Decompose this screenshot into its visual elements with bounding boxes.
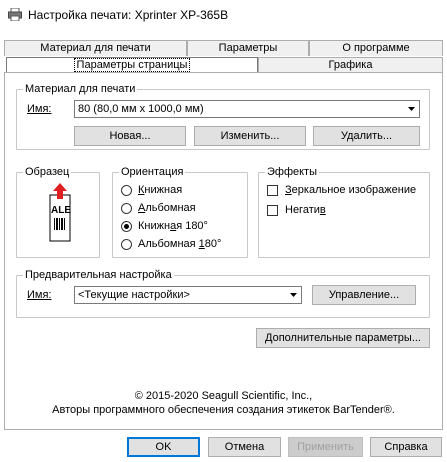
tab-page-setup[interactable]: Параметры страницы: [6, 57, 258, 73]
cancel-button[interactable]: Отмена: [208, 437, 281, 457]
mirror-checkbox[interactable]: [267, 185, 278, 196]
radio-landscape-label: Альбомная: [138, 202, 196, 214]
tab-graphics[interactable]: Графика: [258, 57, 443, 73]
preset-name-label: Имя:: [27, 289, 52, 301]
radio-portrait[interactable]: [121, 185, 132, 196]
preset-name-value: <Текущие настройки>: [78, 289, 190, 301]
radio-portrait-180[interactable]: [121, 221, 132, 232]
radio-landscape-180[interactable]: [121, 239, 132, 250]
title-bar: Настройка печати: Xprinter XP-365B: [0, 0, 447, 30]
copyright-line-2: Авторы программного обеспечения создания…: [52, 404, 395, 416]
radio-landscape[interactable]: [121, 203, 132, 214]
help-button[interactable]: Справка: [370, 437, 442, 457]
stock-name-label: Имя:: [27, 103, 52, 115]
apply-button[interactable]: Применить: [288, 437, 363, 457]
edit-stock-button[interactable]: Изменить...: [194, 126, 306, 146]
preview-sample: ALE: [49, 183, 71, 243]
chevron-down-icon: [286, 287, 301, 303]
negative-label: Негатив: [285, 204, 326, 216]
radio-portrait-label: Книжная: [138, 184, 183, 196]
radio-landscape-180-label: Альбомная 180°: [138, 238, 222, 250]
copyright-line-1: © 2015-2020 Seagull Scientific, Inc.,: [134, 390, 313, 402]
printer-icon: [8, 8, 22, 21]
preview-group-label: Образец: [23, 166, 72, 178]
preview-sample-text: ALE: [51, 205, 71, 216]
stock-group-label: Материал для печати: [23, 83, 138, 95]
barcode-icon: [54, 218, 66, 230]
advanced-options-button[interactable]: Дополнительные параметры...: [256, 328, 430, 348]
negative-checkbox[interactable]: [267, 205, 278, 216]
radio-portrait-180-label: Книжная 180°: [138, 220, 208, 232]
preset-group-label: Предварительная настройка: [23, 269, 174, 281]
new-stock-button[interactable]: Новая...: [74, 126, 186, 146]
manage-presets-button[interactable]: Управление...: [312, 285, 416, 305]
orientation-group-label: Ориентация: [119, 166, 186, 178]
tab-about[interactable]: О программе: [309, 40, 443, 56]
chevron-down-icon: [404, 101, 419, 117]
stock-name-value: 80 (80,0 мм x 1000,0 мм): [78, 103, 204, 115]
delete-stock-button[interactable]: Удалить...: [313, 126, 420, 146]
window-title: Настройка печати: Xprinter XP-365B: [28, 8, 229, 22]
tab-stock[interactable]: Материал для печати: [4, 40, 187, 56]
ok-button[interactable]: OK: [127, 437, 200, 457]
mirror-label: Зеркальное изображение: [285, 184, 417, 196]
effects-group-label: Эффекты: [265, 166, 320, 178]
preset-name-select[interactable]: <Текущие настройки>: [74, 286, 302, 304]
tab-options[interactable]: Параметры: [187, 40, 309, 56]
stock-name-select[interactable]: 80 (80,0 мм x 1000,0 мм): [74, 100, 420, 118]
tab-row-back: Материал для печати Параметры О программ…: [4, 40, 443, 56]
tab-row-front: Параметры страницы Графика: [4, 57, 443, 73]
